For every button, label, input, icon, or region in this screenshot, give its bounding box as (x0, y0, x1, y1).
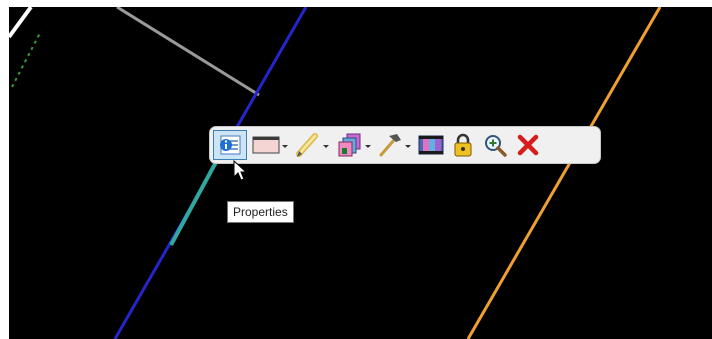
gray-element[interactable] (116, 7, 260, 97)
pencil-icon (296, 133, 318, 157)
hammer-icon (379, 134, 401, 157)
display-dropdown-button[interactable] (249, 130, 291, 160)
level-button[interactable] (415, 130, 447, 160)
delete-button[interactable] (513, 130, 543, 160)
green-dashed-element[interactable] (11, 30, 42, 88)
zoom-button[interactable] (479, 130, 511, 160)
chevron-down-icon (282, 144, 288, 148)
lock-icon (454, 133, 472, 157)
element-selection-toolbar (209, 126, 601, 164)
drawing-canvas[interactable] (9, 7, 712, 339)
properties-icon (220, 135, 241, 155)
chevron-down-icon (323, 144, 329, 148)
mouse-cursor-icon (233, 160, 248, 181)
zoom-icon (485, 135, 507, 157)
drawing-viewport[interactable] (9, 7, 712, 339)
layers-icon (338, 133, 361, 157)
tooltip: Properties (227, 201, 294, 223)
edit-dropdown-button[interactable] (293, 130, 331, 160)
delete-icon (517, 134, 539, 156)
film-icon (418, 135, 444, 155)
chevron-down-icon (365, 144, 371, 148)
chevron-down-icon (405, 144, 411, 148)
lock-button[interactable] (449, 130, 477, 160)
white-element[interactable] (9, 7, 33, 39)
transform-dropdown-button[interactable] (333, 130, 373, 160)
highlighted-segment[interactable] (169, 161, 218, 246)
properties-button[interactable] (213, 130, 247, 160)
window-icon (252, 136, 280, 154)
orange-element[interactable] (466, 7, 662, 339)
build-dropdown-button[interactable] (375, 130, 413, 160)
